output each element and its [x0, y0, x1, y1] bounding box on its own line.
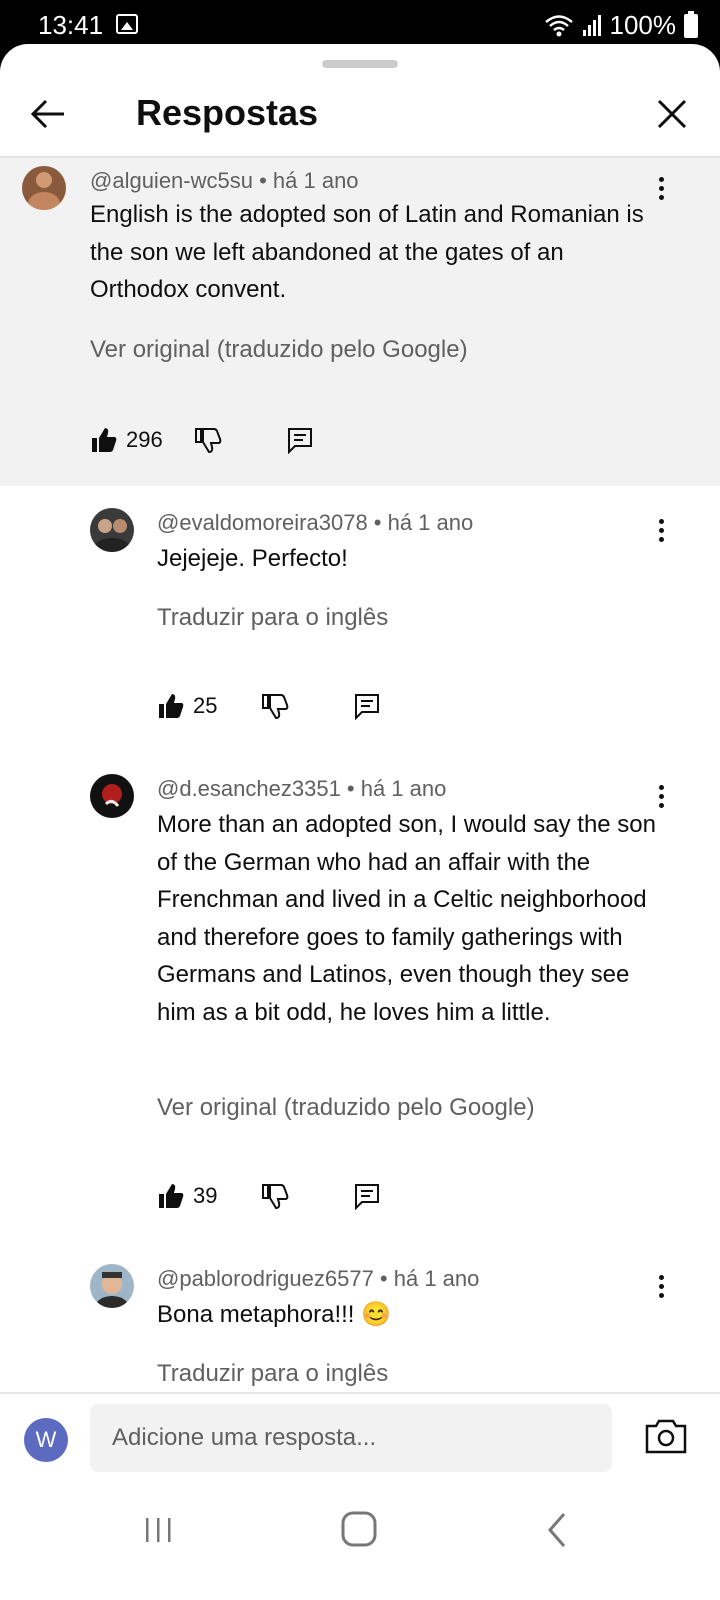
system-nav-bar [0, 1488, 720, 1600]
comment-text: English is the adopted son of Latin and … [90, 201, 644, 303]
avatar[interactable] [90, 1264, 134, 1308]
replies-list[interactable]: @alguien-wc5su • há 1 ano English is the… [0, 158, 720, 1458]
translate-link[interactable]: Traduzir para o inglês [157, 604, 388, 632]
translate-link[interactable]: Ver original (traduzido pelo Google) [90, 336, 468, 364]
status-bar: 13:41 100% [0, 0, 720, 50]
arrow-left-icon[interactable] [24, 90, 72, 138]
status-right: 100% [544, 10, 698, 41]
wifi-icon [544, 14, 573, 36]
user-avatar[interactable]: W [24, 1418, 68, 1462]
translate-link[interactable]: Ver original (traduzido pelo Google) [157, 1094, 535, 1122]
like-count: 39 [193, 1183, 218, 1208]
reply-item: @d.esanchez3351 • há 1 ano More than an … [0, 752, 720, 1242]
avatar[interactable] [90, 508, 134, 552]
home-icon[interactable] [340, 1510, 378, 1548]
like-icon[interactable] [157, 692, 185, 720]
drag-handle[interactable] [322, 60, 398, 68]
signal-icon [582, 14, 601, 36]
back-icon[interactable] [544, 1510, 568, 1550]
avatar[interactable] [22, 166, 66, 210]
translate-link[interactable]: Traduzir para o inglês [157, 1360, 388, 1388]
reply-input[interactable]: Adicione uma resposta... [90, 1404, 612, 1472]
comment-meta: @d.esanchez3351 • há 1 ano [157, 776, 447, 801]
gallery-icon [116, 14, 138, 34]
reply-bar: W Adicione uma resposta... [0, 1392, 720, 1490]
like-count: 296 [126, 427, 163, 452]
comment-meta: @pablorodriguez6577 • há 1 ano [157, 1266, 480, 1291]
status-time: 13:41 [38, 10, 104, 40]
reply-icon[interactable] [353, 692, 381, 720]
sheet-header: Respostas [0, 84, 720, 154]
reply-icon[interactable] [286, 426, 314, 454]
like-count: 25 [193, 693, 218, 718]
comment-text: Jejejeje. Perfecto! [157, 545, 348, 572]
close-icon[interactable] [648, 90, 696, 138]
dislike-icon[interactable] [261, 1182, 289, 1210]
page-title: Respostas [136, 92, 319, 133]
avatar[interactable] [90, 774, 134, 818]
like-icon[interactable] [90, 426, 118, 454]
reply-item: @evaldomoreira3078 • há 1 ano Jejejeje. … [0, 486, 720, 752]
comment-text: More than an adopted son, I would say th… [157, 811, 656, 1026]
dislike-icon[interactable] [194, 426, 222, 454]
battery-icon [684, 10, 698, 38]
like-icon[interactable] [157, 1182, 185, 1210]
camera-icon[interactable] [644, 1416, 688, 1456]
replies-sheet: Respostas @alguien-wc5su • há 1 ano Engl… [0, 44, 720, 1600]
reply-icon[interactable] [353, 1182, 381, 1210]
dislike-icon[interactable] [261, 692, 289, 720]
comment-meta: @evaldomoreira3078 • há 1 ano [157, 510, 474, 535]
recents-icon[interactable] [144, 1512, 174, 1548]
battery-percent: 100% [609, 10, 677, 40]
comment-text: Bona metaphora!!! 😊 [157, 1301, 392, 1328]
highlighted-comment: @alguien-wc5su • há 1 ano English is the… [0, 158, 720, 486]
comment-meta: @alguien-wc5su • há 1 ano [90, 168, 359, 193]
